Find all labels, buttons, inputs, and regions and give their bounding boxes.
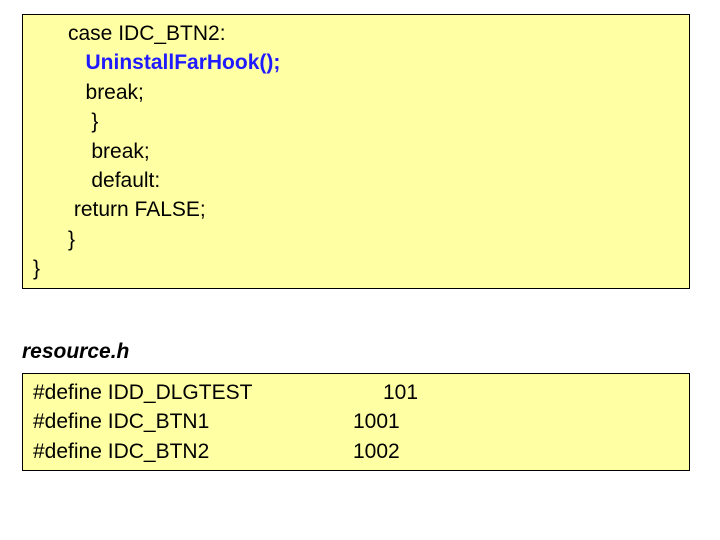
code-line: break;	[33, 78, 679, 107]
code-line: case IDC_BTN2:	[33, 19, 679, 48]
code-line: return FALSE;	[33, 195, 679, 224]
code-block-2: #define IDD_DLGTEST101#define IDC_BTN110…	[22, 373, 690, 471]
code-line: default:	[33, 166, 679, 195]
define-name: #define IDC_BTN2	[33, 437, 353, 466]
define-line: #define IDD_DLGTEST 101	[33, 378, 679, 407]
define-name: #define IDC_BTN1	[33, 407, 353, 436]
code-line: }	[33, 254, 679, 283]
code-line: }	[33, 107, 679, 136]
define-name: #define IDD_DLGTEST	[33, 378, 353, 407]
code-line: }	[33, 225, 679, 254]
define-value: 1002	[353, 437, 400, 466]
highlighted-call: UninstallFarHook();	[86, 51, 281, 74]
define-value: 101	[383, 378, 418, 407]
define-line: #define IDC_BTN21002	[33, 437, 679, 466]
code-line: break;	[33, 137, 679, 166]
code-line: UninstallFarHook();	[33, 48, 679, 77]
define-value: 1001	[353, 407, 400, 436]
code-block-1: case IDC_BTN2: UninstallFarHook(); break…	[22, 14, 690, 289]
filename-label: resource.h	[22, 340, 129, 364]
define-line: #define IDC_BTN11001	[33, 407, 679, 436]
